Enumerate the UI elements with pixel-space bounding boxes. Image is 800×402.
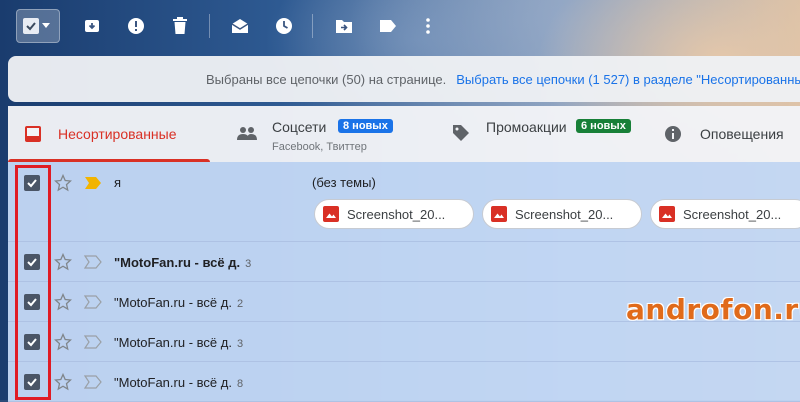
report-spam-icon: [128, 18, 144, 34]
tab-label: Соцсети: [272, 119, 327, 135]
more-button[interactable]: [414, 12, 442, 40]
toolbar-divider: [312, 14, 313, 38]
label-icon: [380, 20, 396, 32]
mark-read-icon: [231, 19, 249, 33]
star-icon[interactable]: [54, 174, 72, 192]
email-row[interactable]: "MotoFan.ru - всё д. 3: [8, 322, 800, 362]
move-to-button[interactable]: [330, 12, 358, 40]
tab-label: Промоакции: [486, 119, 567, 135]
sender-name: "MotoFan.ru - всё д. 3: [114, 255, 252, 270]
attachment-chip[interactable]: Screenshot_20...: [482, 199, 642, 229]
email-row[interactable]: я (без темы) Screenshot_20... Screenshot…: [8, 162, 800, 242]
watermark: androfon.ru: [626, 293, 800, 326]
attachment-name: Screenshot_20...: [347, 206, 446, 222]
archive-button[interactable]: [78, 12, 106, 40]
image-file-icon: [659, 206, 675, 222]
inbox-icon: [25, 126, 41, 142]
selection-banner: Выбраны все цепочки (50) на странице. Вы…: [8, 56, 800, 102]
select-all-link[interactable]: Выбрать все цепочки (1 527) в разделе "Н…: [456, 72, 800, 87]
thread-count: 3: [236, 338, 244, 350]
email-subject: (без темы): [312, 175, 376, 190]
attachment-chip[interactable]: Screenshot_20...: [650, 199, 800, 229]
important-marker-icon[interactable]: [84, 295, 102, 309]
sender-name: я: [114, 175, 122, 190]
attachment-name: Screenshot_20...: [683, 206, 782, 222]
star-icon[interactable]: [54, 293, 72, 311]
email-row[interactable]: "MotoFan.ru - всё д. 3: [8, 242, 800, 282]
chevron-down-icon: [42, 23, 50, 28]
thread-count: 8: [236, 378, 244, 390]
mark-read-button[interactable]: [226, 12, 254, 40]
attachment-name: Screenshot_20...: [515, 206, 614, 222]
tab-subtitle: Facebook, Твиттер: [272, 141, 367, 153]
delete-button[interactable]: [166, 12, 194, 40]
important-marker-icon[interactable]: [84, 375, 102, 389]
archive-icon: [85, 20, 99, 32]
sender-name: "MotoFan.ru - всё д. 8: [114, 375, 244, 390]
new-count-badge: 8 новых: [338, 119, 393, 133]
thread-count: 2: [236, 298, 244, 310]
important-marker-icon[interactable]: [84, 335, 102, 349]
toolbar: [0, 0, 800, 52]
star-icon[interactable]: [54, 333, 72, 351]
tab-primary[interactable]: Несортированные: [8, 106, 210, 162]
star-icon[interactable]: [54, 373, 72, 391]
info-icon: [665, 126, 681, 142]
snooze-icon: [276, 18, 292, 34]
delete-icon: [173, 17, 187, 34]
tab-promotions[interactable]: Промоакции 6 новых: [448, 106, 648, 162]
tab-label: Несортированные: [58, 126, 177, 142]
image-file-icon: [491, 206, 507, 222]
toolbar-divider: [209, 14, 210, 38]
report-spam-button[interactable]: [122, 12, 150, 40]
checkbox-highlight-frame: [15, 165, 51, 400]
more-vert-icon: [426, 18, 430, 34]
email-list: я (без темы) Screenshot_20... Screenshot…: [8, 162, 800, 402]
sender-name: "MotoFan.ru - всё д. 3: [114, 335, 244, 350]
tab-updates[interactable]: Оповещения: [664, 106, 800, 162]
image-file-icon: [323, 206, 339, 222]
important-marker-icon[interactable]: [84, 255, 102, 269]
new-count-badge: 6 новых: [576, 119, 631, 133]
move-to-icon: [336, 20, 352, 33]
email-row[interactable]: "MotoFan.ru - всё д. 8: [8, 362, 800, 402]
important-marker-icon[interactable]: [84, 176, 102, 190]
star-icon[interactable]: [54, 253, 72, 271]
snooze-button[interactable]: [270, 12, 298, 40]
checked-icon: [23, 18, 39, 34]
label-button[interactable]: [374, 12, 402, 40]
category-tabs: Несортированные Соцсети 8 новых Facebook…: [8, 106, 800, 162]
selection-text: Выбраны все цепочки (50) на странице.: [206, 71, 447, 87]
tab-social[interactable]: Соцсети 8 новых Facebook, Твиттер: [230, 106, 430, 162]
select-all-checkbox[interactable]: [16, 9, 60, 43]
attachment-chip[interactable]: Screenshot_20...: [314, 199, 474, 229]
tag-icon: [453, 125, 469, 141]
tab-label: Оповещения: [700, 126, 784, 142]
thread-count: 3: [245, 258, 252, 270]
people-icon: [237, 127, 257, 140]
sender-name: "MotoFan.ru - всё д. 2: [114, 295, 244, 310]
